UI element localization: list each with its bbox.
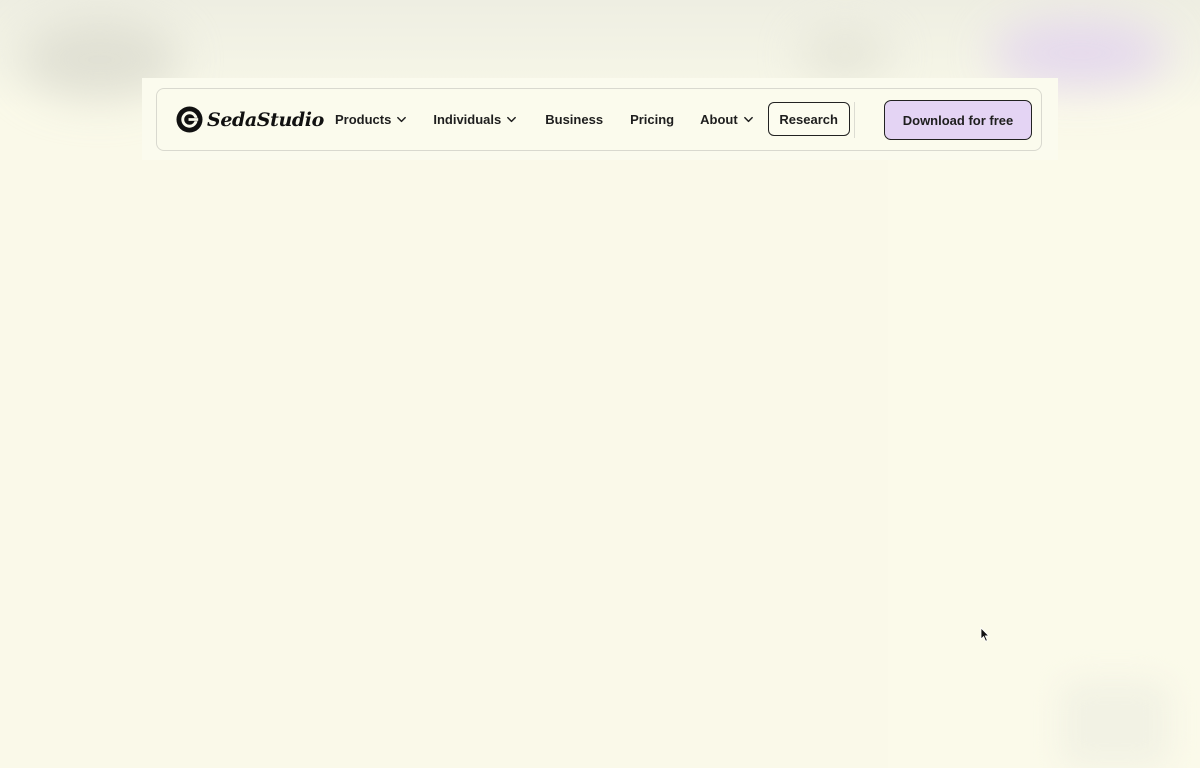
nav-menu: Products Individuals Business Pricing Ab… (335, 89, 850, 149)
nav-divider (854, 102, 855, 138)
background-panel (888, 150, 1200, 768)
page: SedaStudio Products Individuals Business… (0, 0, 1200, 768)
chevron-down-icon (397, 116, 407, 122)
mouse-cursor-icon (980, 627, 990, 642)
blurred-background-shape (1060, 680, 1170, 768)
top-navbar: SedaStudio Products Individuals Business… (156, 88, 1042, 151)
chevron-down-icon (507, 116, 517, 122)
blurred-background-shape (800, 30, 890, 80)
brand-logo[interactable]: SedaStudio (176, 106, 324, 133)
nav-item-label: Pricing (630, 111, 675, 127)
seda-logo-icon (176, 106, 203, 133)
nav-item-pricing[interactable]: Pricing (630, 112, 674, 127)
nav-item-label: Business (545, 111, 604, 127)
nav-item-label: Individuals (433, 111, 502, 127)
nav-item-label: About (700, 111, 738, 127)
brand-name: SedaStudio (207, 108, 324, 131)
nav-item-products[interactable]: Products (335, 112, 407, 127)
chevron-down-icon (743, 116, 753, 122)
research-button[interactable]: Research (767, 102, 850, 136)
nav-item-business[interactable]: Business (545, 112, 603, 127)
download-button[interactable]: Download for free (884, 100, 1032, 140)
nav-item-about[interactable]: About (700, 112, 754, 127)
nav-item-individuals[interactable]: Individuals (433, 112, 517, 127)
nav-item-label: Products (335, 111, 392, 127)
